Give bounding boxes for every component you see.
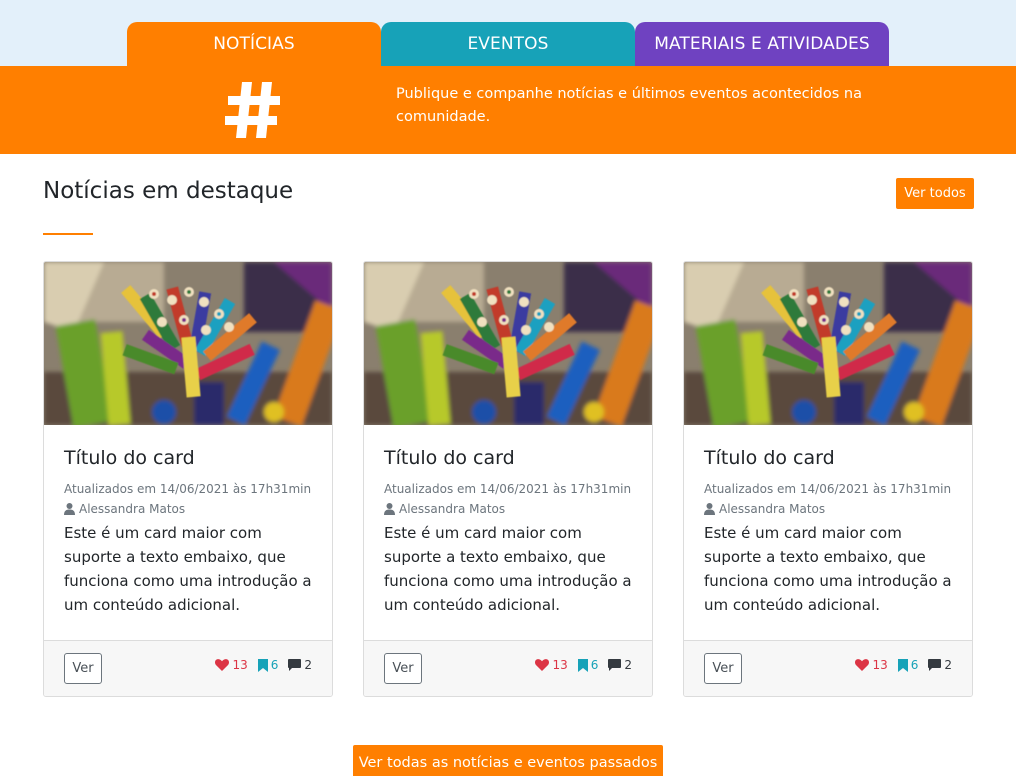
news-card: Título do card Atualizados em 14/06/2021… (363, 261, 653, 697)
card-author-name: Alessandra Matos (79, 502, 186, 516)
card-title[interactable]: Título do card (64, 445, 314, 471)
comment-icon (608, 659, 622, 671)
card-stats: 13 6 2 (855, 658, 952, 672)
user-icon (64, 503, 75, 515)
heart-icon (215, 659, 230, 671)
card-author-name: Alessandra Matos (719, 502, 826, 516)
card-body: Título do card Atualizados em 14/06/2021… (704, 445, 954, 617)
comments-count: 2 (944, 658, 952, 672)
card-stats: 13 6 2 (215, 658, 312, 672)
likes-count: 13 (872, 658, 888, 672)
bookmark-icon (577, 658, 588, 672)
card-title[interactable]: Título do card (384, 445, 634, 471)
tab-materiais-e-atividades[interactable]: MATERIAIS E ATIVIDADES (635, 22, 889, 66)
see-all-past-news-button[interactable]: Ver todas as notícias e eventos passados (353, 745, 663, 776)
section-title: Notícias em destaque (43, 178, 294, 204)
likes-stat[interactable]: 13 (535, 658, 568, 672)
card-image[interactable] (364, 262, 652, 425)
comments-count: 2 (304, 658, 312, 672)
likes-count: 13 (552, 658, 568, 672)
card-author: Alessandra Matos (704, 499, 954, 519)
card-author-name: Alessandra Matos (399, 502, 506, 516)
user-icon (704, 503, 715, 515)
bookmarks-count: 6 (270, 658, 279, 672)
likes-stat[interactable]: 13 (215, 658, 248, 672)
card-footer: Ver 13 6 2 (44, 640, 332, 696)
tab-eventos[interactable]: EVENTOS (381, 22, 635, 66)
user-icon (384, 503, 395, 515)
tab-noticias[interactable]: NOTÍCIAS (127, 22, 381, 66)
card-updated-date: Atualizados em 14/06/2021 às 17h31min (384, 482, 632, 496)
comments-stat[interactable]: 2 (288, 658, 312, 672)
card-title[interactable]: Título do card (704, 445, 954, 471)
title-underline (43, 233, 93, 235)
view-button[interactable]: Ver (384, 653, 422, 684)
bookmark-icon (257, 658, 268, 672)
card-text: Este é um card maior com suporte a texto… (384, 524, 632, 614)
banner-description: Publique e companhe notícias e últimos e… (396, 86, 862, 125)
card-image[interactable] (44, 262, 332, 425)
comments-stat[interactable]: 2 (928, 658, 952, 672)
comment-icon (288, 659, 302, 671)
card-author: Alessandra Matos (384, 499, 634, 519)
card-body: Título do card Atualizados em 14/06/2021… (64, 445, 314, 617)
card-footer: Ver 13 6 2 (364, 640, 652, 696)
news-card: Título do card Atualizados em 14/06/2021… (683, 261, 973, 697)
bookmarks-count: 6 (910, 658, 919, 672)
card-text: Este é um card maior com suporte a texto… (704, 524, 952, 614)
comments-count: 2 (624, 658, 632, 672)
news-card: Título do card Atualizados em 14/06/2021… (43, 261, 333, 697)
heart-icon (855, 659, 870, 671)
bookmark-icon (897, 658, 908, 672)
bookmarks-stat[interactable]: 6 (577, 658, 599, 672)
card-image[interactable] (684, 262, 972, 425)
comment-icon (928, 659, 942, 671)
card-text: Este é um card maior com suporte a texto… (64, 524, 312, 614)
card-updated-date: Atualizados em 14/06/2021 às 17h31min (64, 482, 312, 496)
category-tabs: NOTÍCIAS EVENTOS MATERIAIS E ATIVIDADES (0, 0, 1016, 66)
card-author: Alessandra Matos (64, 499, 314, 519)
likes-stat[interactable]: 13 (855, 658, 888, 672)
card-body: Título do card Atualizados em 14/06/2021… (384, 445, 634, 617)
bookmarks-count: 6 (590, 658, 599, 672)
card-updated-date: Atualizados em 14/06/2021 às 17h31min (704, 482, 952, 496)
card-footer: Ver 13 6 2 (684, 640, 972, 696)
heart-icon (535, 659, 550, 671)
view-button[interactable]: Ver (704, 653, 742, 684)
hashtag-icon (225, 82, 280, 138)
comments-stat[interactable]: 2 (608, 658, 632, 672)
section-banner: Publique e companhe notícias e últimos e… (0, 66, 1016, 154)
view-button[interactable]: Ver (64, 653, 102, 684)
bookmarks-stat[interactable]: 6 (257, 658, 279, 672)
bookmarks-stat[interactable]: 6 (897, 658, 919, 672)
likes-count: 13 (232, 658, 248, 672)
see-all-button[interactable]: Ver todos (896, 178, 974, 209)
card-stats: 13 6 2 (535, 658, 632, 672)
